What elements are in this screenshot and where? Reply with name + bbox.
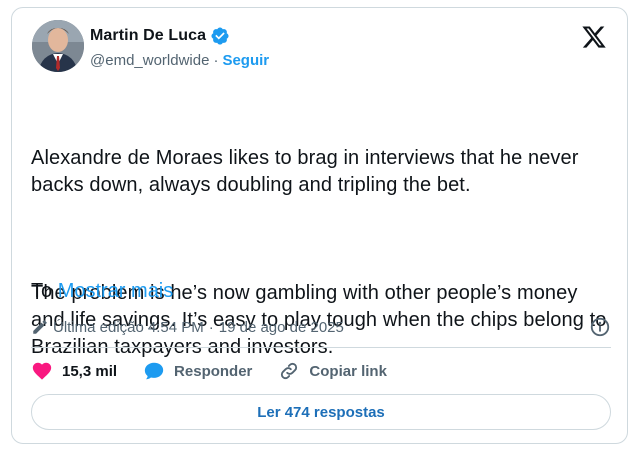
follow-button[interactable]: Seguir [222,52,269,69]
reply-button[interactable]: Responder [143,360,252,382]
x-logo-icon[interactable] [581,24,607,50]
tweet-card[interactable]: Martin De Luca @emd_worldwide · Seguir A… [11,7,628,444]
tweet-paragraph-1: Alexandre de Moraes likes to brag in int… [31,147,585,196]
read-replies-label: Ler 474 respostas [257,403,385,421]
author-display-name[interactable]: Martin De Luca [90,27,206,45]
author-handle[interactable]: @emd_worldwide [90,52,209,69]
edit-timestamp-row: Última edição 4:54 PM · 19 de ago de 202… [31,316,611,338]
handle-separator: · [213,52,219,69]
action-bar: 15,3 mil Responder Copiar link [31,358,413,384]
edit-label[interactable]: Última edição [53,319,144,336]
author-handle-row: @emd_worldwide · Seguir [90,52,269,69]
show-more-row: To Mostrar mais [31,278,173,305]
read-replies-button[interactable]: Ler 474 respostas [31,394,611,430]
author-name-row: Martin De Luca [90,26,230,46]
divider [31,347,611,348]
verified-badge-icon [211,27,229,45]
tweet-text: Alexandre de Moraes likes to brag in int… [31,91,611,442]
heart-icon [32,362,52,380]
post-date[interactable]: 19 de ago de 2025 [219,319,344,336]
truncated-text: To [31,280,53,302]
like-button[interactable]: 15,3 mil [31,360,117,382]
like-count: 15,3 mil [62,362,118,380]
speech-bubble-icon [144,362,164,380]
link-icon [281,362,298,380]
pencil-icon [33,320,47,334]
time-separator: · [208,318,214,336]
reply-label: Responder [174,362,253,380]
info-icon[interactable] [589,316,611,338]
copy-link-button[interactable]: Copiar link [278,360,387,382]
post-time[interactable]: 4:54 PM [148,319,204,336]
avatar[interactable] [32,20,84,72]
show-more-link[interactable]: Mostrar mais [58,280,174,302]
copy-link-label: Copiar link [309,362,387,380]
